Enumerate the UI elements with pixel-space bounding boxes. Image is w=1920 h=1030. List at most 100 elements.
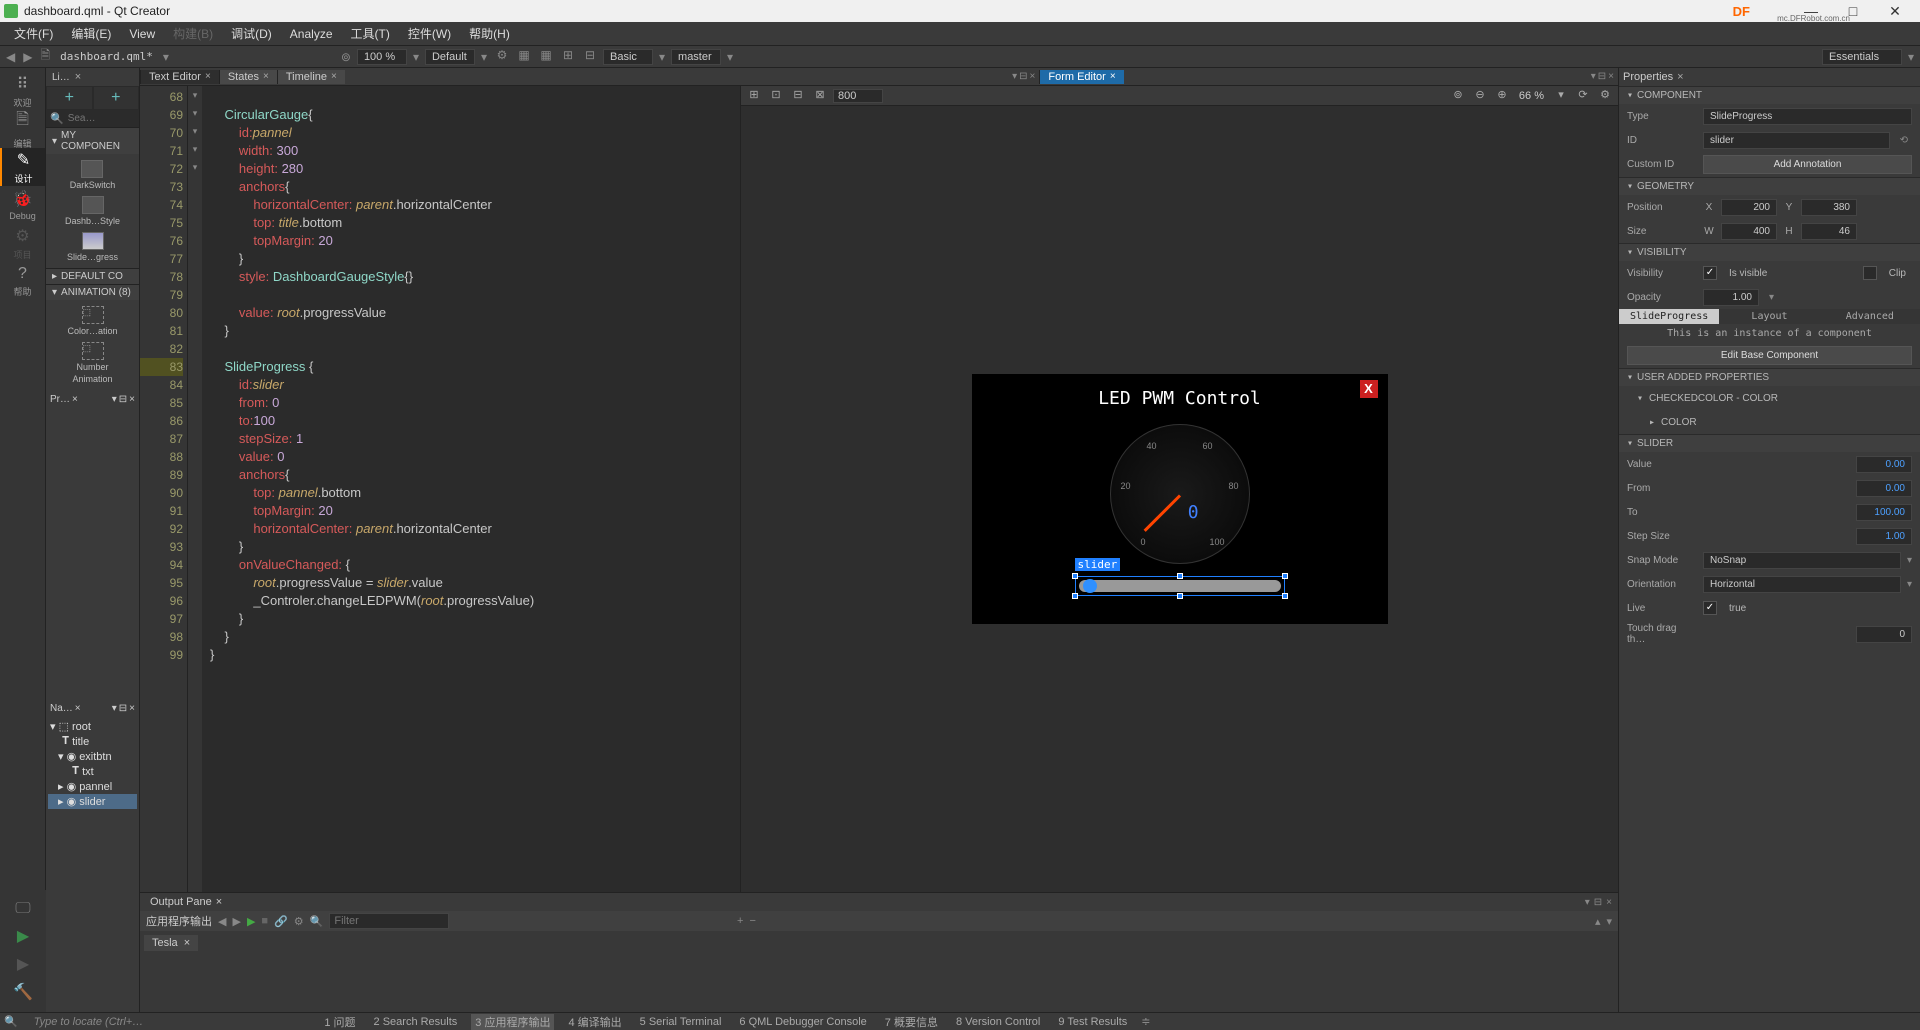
zoom-out-icon[interactable]: ⊖ xyxy=(1471,88,1489,104)
menu-view[interactable]: View xyxy=(121,25,163,43)
subtab-advanced[interactable]: Advanced xyxy=(1820,309,1920,324)
props-tab[interactable]: Properties xyxy=(1623,71,1673,83)
split-icon[interactable]: ⊟ xyxy=(1019,71,1027,82)
subtab-slideprogress[interactable]: SlideProgress xyxy=(1619,309,1719,324)
slider-selection[interactable]: slider xyxy=(1075,576,1285,596)
mode-help[interactable]: ?帮助 xyxy=(0,262,45,300)
prop-y[interactable]: 380 xyxy=(1801,199,1857,216)
prop-id[interactable]: slider xyxy=(1703,132,1890,149)
status-vcs[interactable]: 8 Version Control xyxy=(952,1016,1044,1028)
library-tab[interactable]: Li…× xyxy=(46,68,90,86)
dock-icon[interactable]: ▾ xyxy=(1591,71,1596,82)
close-icon[interactable]: × xyxy=(184,937,190,949)
panel-menu-icon[interactable]: ▾ xyxy=(112,703,117,714)
add-import-button[interactable]: + xyxy=(46,86,93,110)
next-icon[interactable]: ▶ xyxy=(232,915,240,928)
menu-analyze[interactable]: Analyze xyxy=(282,25,341,43)
panel-split-icon[interactable]: ⊟ xyxy=(119,394,127,405)
edit-base-button[interactable]: Edit Base Component xyxy=(1627,346,1912,365)
tab-timeline[interactable]: Timeline× xyxy=(277,70,345,84)
locate-icon[interactable]: ⊚ xyxy=(1449,88,1467,104)
zoom-combo[interactable]: 100 % xyxy=(357,49,407,65)
status-toggle-icon[interactable]: ≑ xyxy=(1141,1015,1150,1028)
attach-icon[interactable]: 🔗 xyxy=(274,915,288,928)
design-canvas[interactable]: X LED PWM Control 0 0 20 40 60 80 100 xyxy=(741,106,1618,892)
comp-slideprogress[interactable]: Slide…gress xyxy=(67,232,118,262)
close-icon[interactable]: × xyxy=(75,703,81,714)
dropdown-icon[interactable]: ▾ xyxy=(161,50,171,64)
split-icon[interactable]: ⊟ xyxy=(1598,71,1606,82)
tree-pannel[interactable]: ▸ ◉pannel xyxy=(48,779,137,794)
prop-x[interactable]: 200 xyxy=(1721,199,1777,216)
section-visibility[interactable]: ▾ VISIBILITY xyxy=(1619,243,1920,261)
zoom-target-icon[interactable]: ⊚ xyxy=(339,50,353,64)
visibility-checkbox[interactable]: ✓ xyxy=(1703,266,1717,280)
tab-text-editor[interactable]: Text Editor× xyxy=(140,70,219,84)
menu-tools[interactable]: 工具(T) xyxy=(343,23,398,44)
status-qmlconsole[interactable]: 6 QML Debugger Console xyxy=(735,1016,870,1028)
options-icon[interactable]: ⚙ xyxy=(1596,88,1614,104)
snap-icon[interactable]: ⊡ xyxy=(767,88,785,104)
nav-back-icon[interactable]: ◀ xyxy=(4,50,17,64)
dock-icon[interactable]: ▾ xyxy=(1583,897,1592,908)
prop-stepsize[interactable]: 1.00 xyxy=(1856,528,1912,545)
add-asset-button[interactable]: + xyxy=(93,86,140,110)
tree-title[interactable]: 𝐓title xyxy=(48,734,137,749)
run-icon[interactable]: ▶ xyxy=(247,915,255,928)
comp-dashboardstyle[interactable]: Dashb…Style xyxy=(65,196,120,226)
section-user-props[interactable]: ▾ USER ADDED PROPERTIES xyxy=(1619,368,1920,386)
prop-color[interactable]: ▸ COLOR xyxy=(1619,410,1920,434)
settings-icon[interactable]: ⚙ xyxy=(294,915,304,928)
tool-icon[interactable]: ⊟ xyxy=(581,48,599,66)
menu-widgets[interactable]: 控件(W) xyxy=(400,23,459,44)
comp-darkswitch[interactable]: DarkSwitch xyxy=(70,160,116,190)
section-animation[interactable]: ▾ANIMATION (8) xyxy=(46,284,139,300)
run-button[interactable]: ▶ xyxy=(17,926,29,946)
text-editor[interactable]: 6869707172737475767778798081828384858687… xyxy=(140,86,740,892)
locator-icon[interactable]: 🔍 xyxy=(4,1015,18,1028)
prop-orientation[interactable]: Horizontal xyxy=(1703,576,1901,593)
output-tab[interactable]: Output Pane× xyxy=(144,895,228,909)
menu-debug[interactable]: 调试(D) xyxy=(223,23,280,44)
prop-opacity[interactable]: 1.00 xyxy=(1703,289,1759,306)
canvas-width-input[interactable] xyxy=(833,89,883,103)
menu-help[interactable]: 帮助(H) xyxy=(461,23,518,44)
panel-close-icon[interactable]: × xyxy=(129,394,135,405)
up-icon[interactable]: ▴ xyxy=(1595,915,1601,928)
live-checkbox[interactable]: ✓ xyxy=(1703,601,1717,615)
menu-build[interactable]: 构建(B) xyxy=(165,23,221,44)
prop-touchdrag[interactable]: 0 xyxy=(1856,626,1912,643)
close-icon[interactable]: × xyxy=(1604,897,1614,908)
status-general[interactable]: 7 概要信息 xyxy=(881,1014,942,1030)
close-icon[interactable]: × xyxy=(1677,71,1683,83)
section-my-components[interactable]: ▾MY COMPONEN xyxy=(46,127,139,154)
current-file[interactable]: dashboard.qml* xyxy=(56,50,157,63)
tree-exitbtn[interactable]: ▾ ◉exitbtn xyxy=(48,749,137,764)
prop-snapmode[interactable]: NoSnap xyxy=(1703,552,1901,569)
section-geometry[interactable]: ▾ GEOMETRY xyxy=(1619,177,1920,195)
prop-from[interactable]: 0.00 xyxy=(1856,480,1912,497)
mode-edit[interactable]: 🗎编辑 xyxy=(0,110,45,148)
tree-root[interactable]: ▾ ⬚root xyxy=(48,719,137,734)
down-icon[interactable]: ▾ xyxy=(1606,915,1612,928)
mode-welcome[interactable]: ⠿欢迎 xyxy=(0,72,45,110)
close-icon[interactable]: × xyxy=(1030,71,1036,82)
tool-icon[interactable]: ▦ xyxy=(537,48,555,66)
mode-projects[interactable]: ⚙项目 xyxy=(0,224,45,262)
slider-handle[interactable] xyxy=(1083,579,1097,593)
prev-icon[interactable]: ◀ xyxy=(218,915,226,928)
comp-coloranimation[interactable]: ⬚Color…ation xyxy=(67,306,117,336)
close-icon[interactable]: × xyxy=(72,71,84,83)
close-icon[interactable]: × xyxy=(216,896,222,908)
panel-split-icon[interactable]: ⊟ xyxy=(119,703,127,714)
menu-file[interactable]: 文件(F) xyxy=(6,23,61,44)
add-icon[interactable]: + xyxy=(737,915,743,927)
prop-checkedcolor[interactable]: ▾ CHECKEDCOLOR - COLOR xyxy=(1619,386,1920,410)
panel-menu-icon[interactable]: ▾ xyxy=(112,394,117,405)
basic-combo[interactable]: Basic xyxy=(603,49,653,65)
close-icon[interactable]: × xyxy=(263,71,269,82)
menu-edit[interactable]: 编辑(E) xyxy=(63,23,119,44)
section-slider[interactable]: ▾ SLIDER xyxy=(1619,434,1920,452)
locator-input[interactable]: Type to locate (Ctrl+… xyxy=(28,1016,150,1028)
panel-close-icon[interactable]: × xyxy=(129,703,135,714)
